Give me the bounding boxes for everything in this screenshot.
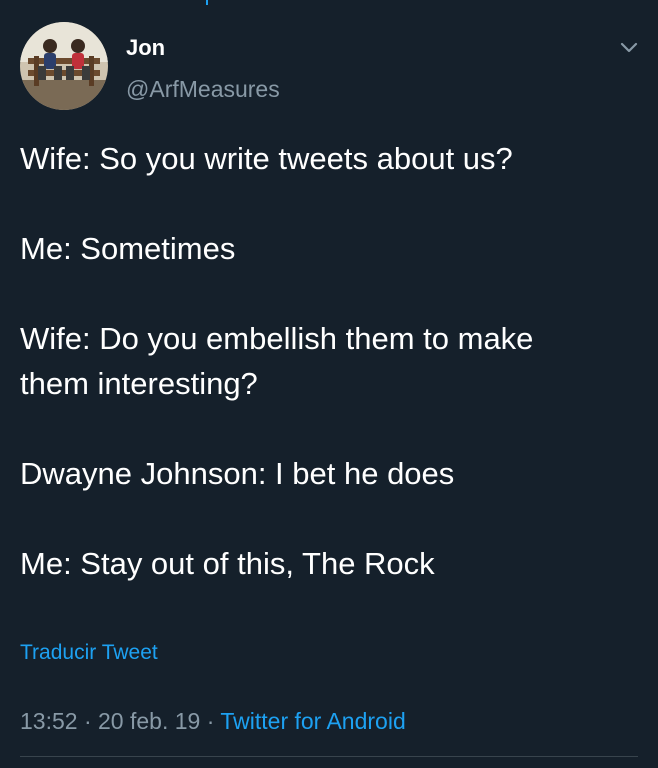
tweet-line: Dwayne Johnson: I bet he does <box>20 456 455 491</box>
tweet-time: 13:52 <box>20 708 78 734</box>
tweet-line: Me: Sometimes <box>20 231 236 266</box>
chevron-down-icon[interactable] <box>618 38 640 56</box>
author-name[interactable]: Jon <box>126 35 165 61</box>
translate-tweet-link[interactable]: Traducir Tweet <box>20 640 158 666</box>
tweet-line: them interesting? <box>20 366 258 401</box>
meta-separator: · <box>83 708 92 734</box>
tweet-line: Wife: So you write tweets about us? <box>20 141 513 176</box>
tweet-detail: Jon @ArfMeasures Wife: So you write twee… <box>0 0 658 768</box>
avatar-image <box>20 22 108 110</box>
meta-separator: · <box>206 708 215 734</box>
tweet-meta: 13:52 · 20 feb. 19 · Twitter for Android <box>20 706 406 736</box>
tweet-date: 20 feb. 19 <box>98 708 201 734</box>
avatar[interactable] <box>20 22 108 110</box>
tweet-line: Wife: Do you embellish them to make <box>20 321 534 356</box>
tweet-line: Me: Stay out of this, The Rock <box>20 546 435 581</box>
divider <box>20 756 638 757</box>
tweet-text: Wife: So you write tweets about us? Me: … <box>20 136 640 586</box>
thread-connector <box>206 0 208 5</box>
tweet-source-link[interactable]: Twitter for Android <box>220 708 405 734</box>
author-handle[interactable]: @ArfMeasures <box>126 75 280 103</box>
